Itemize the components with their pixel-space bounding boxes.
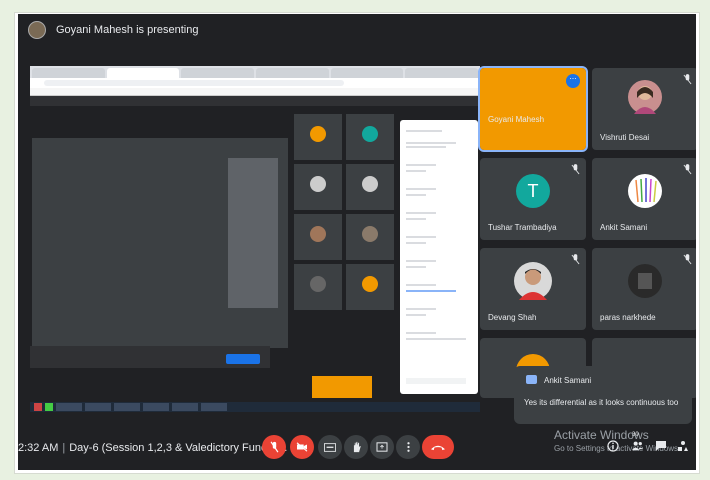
presenting-label: Goyani Mahesh is presenting bbox=[56, 24, 199, 36]
participant-name: Goyani Mahesh bbox=[488, 115, 545, 124]
presenting-bar: Goyani Mahesh is presenting bbox=[18, 14, 696, 46]
shared-screen[interactable] bbox=[30, 66, 480, 398]
presenter-avatar bbox=[28, 21, 46, 39]
people-icon bbox=[631, 441, 643, 451]
chat-notification[interactable]: Ankit Samani Yes its differential as it … bbox=[514, 366, 692, 424]
avatar bbox=[514, 262, 552, 300]
shared-meet-view bbox=[30, 96, 480, 398]
mic-off-icon bbox=[683, 74, 692, 85]
chat-button[interactable] bbox=[654, 440, 668, 454]
shared-inner-stop-button bbox=[226, 354, 260, 364]
more-options-icon[interactable]: ⋯ bbox=[566, 74, 580, 88]
mic-off-icon bbox=[571, 254, 580, 265]
tile-goyani-mahesh[interactable]: ⋯ Goyani Mahesh bbox=[478, 66, 588, 152]
tile-vishruti-desai[interactable]: Vishruti Desai bbox=[592, 68, 696, 150]
chat-sender: Ankit Samani bbox=[544, 376, 592, 385]
meeting-details-button[interactable] bbox=[606, 440, 620, 454]
camera-toggle-button[interactable] bbox=[290, 435, 314, 459]
chat-message: Yes its differential as it looks continu… bbox=[524, 398, 679, 407]
meeting-info: 2:32 AM | Day-6 (Session 1,2,3 & Valedicto… bbox=[18, 442, 288, 454]
avatar bbox=[628, 264, 662, 298]
raise-hand-icon bbox=[353, 441, 361, 453]
participant-name: Devang Shah bbox=[488, 313, 537, 322]
captions-button[interactable] bbox=[318, 435, 342, 459]
avatar: T bbox=[516, 174, 550, 208]
avatar bbox=[628, 174, 662, 208]
present-icon bbox=[376, 442, 388, 452]
mic-off-icon bbox=[683, 254, 692, 265]
shared-banner bbox=[30, 96, 478, 106]
participant-name: paras narkhede bbox=[600, 313, 656, 322]
participant-name: Vishruti Desai bbox=[600, 133, 650, 142]
shared-taskbar bbox=[30, 402, 480, 412]
info-icon bbox=[607, 440, 619, 452]
shared-browser-urlbar bbox=[30, 78, 480, 88]
mic-off-icon bbox=[683, 164, 692, 175]
shared-browser-tabs bbox=[30, 66, 480, 78]
clock-time: 2:32 AM bbox=[18, 442, 59, 454]
shared-inner-tiles bbox=[294, 114, 396, 314]
tile-ankit-samani[interactable]: Ankit Samani bbox=[592, 158, 696, 240]
phone-hangup-icon bbox=[431, 445, 445, 450]
more-options-button[interactable] bbox=[396, 435, 420, 459]
tile-devang-shah[interactable]: Devang Shah bbox=[480, 248, 586, 330]
avatar bbox=[628, 80, 662, 114]
people-button[interactable] bbox=[630, 440, 644, 454]
shared-browser-bookmarks bbox=[30, 88, 480, 96]
end-call-button[interactable] bbox=[422, 435, 454, 459]
chat-bubble-icon bbox=[656, 441, 666, 451]
raise-hand-button[interactable] bbox=[344, 435, 368, 459]
tile-paras-narkhede[interactable]: paras narkhede bbox=[592, 248, 696, 330]
camera-off-icon bbox=[296, 442, 308, 452]
activities-button[interactable] bbox=[676, 440, 690, 454]
chat-icon bbox=[526, 375, 537, 384]
shared-inner-content bbox=[32, 138, 288, 348]
tile-tushar-trambadiya[interactable]: T Tushar Trambadiya bbox=[480, 158, 586, 240]
participant-name: Tushar Trambadiya bbox=[488, 223, 557, 232]
meeting-title: Day-6 (Session 1,2,3 & Valedictory Funct… bbox=[69, 442, 288, 454]
participant-name: Ankit Samani bbox=[600, 223, 648, 232]
more-vert-icon bbox=[406, 442, 410, 452]
activities-icon bbox=[678, 441, 688, 451]
shared-inner-chat-panel bbox=[400, 120, 478, 394]
shared-inner-orange-tile bbox=[312, 376, 372, 398]
meet-window: Goyani Mahesh is presenting ⋯ Goyani Mah… bbox=[18, 14, 696, 470]
mic-toggle-button[interactable] bbox=[262, 435, 286, 459]
captions-icon bbox=[324, 442, 336, 452]
mic-off-icon bbox=[571, 164, 580, 175]
present-button[interactable] bbox=[370, 435, 394, 459]
people-count-badge: 30 bbox=[632, 432, 639, 438]
mic-off-icon bbox=[270, 441, 278, 453]
